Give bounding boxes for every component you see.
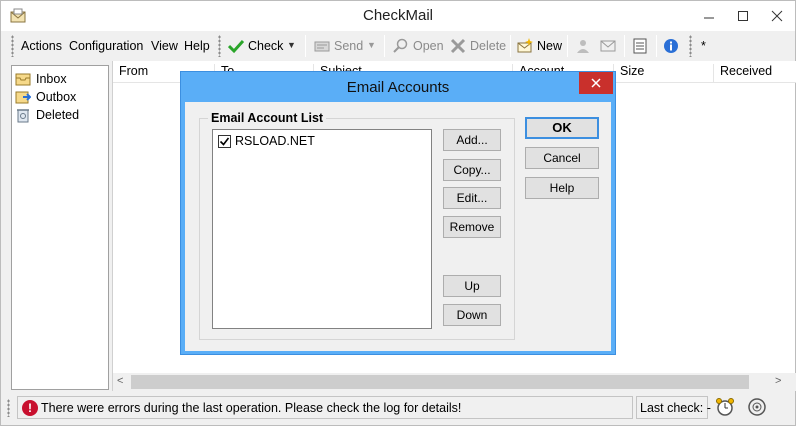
folder-pane: Inbox Outbox Deleted bbox=[11, 65, 109, 390]
maximize-button[interactable] bbox=[726, 1, 760, 31]
menu-configuration[interactable]: Configuration bbox=[69, 39, 143, 53]
account-checkbox[interactable] bbox=[218, 135, 231, 148]
alarm-clock-icon[interactable] bbox=[715, 397, 737, 419]
main-window: CheckMail Actions Configuration View Hel… bbox=[0, 0, 796, 426]
toolbar-separator bbox=[510, 35, 511, 57]
ok-button[interactable]: OK bbox=[525, 117, 599, 139]
mail-button[interactable] bbox=[600, 36, 618, 56]
copy-button[interactable]: Copy... bbox=[443, 159, 501, 181]
account-list-group: Email Account List RSLOAD.NET Add... Cop… bbox=[199, 111, 515, 340]
toolbar-separator bbox=[624, 35, 625, 57]
status-bar: ! There were errors during the last oper… bbox=[1, 393, 795, 425]
menu-grip[interactable] bbox=[11, 35, 14, 57]
status-message: There were errors during the last operat… bbox=[41, 401, 462, 415]
inbox-icon bbox=[15, 73, 31, 86]
new-button[interactable]: New bbox=[517, 36, 563, 56]
account-label[interactable]: RSLOAD.NET bbox=[235, 134, 315, 148]
toolbar-separator bbox=[567, 35, 568, 57]
address-book-button[interactable] bbox=[575, 36, 593, 56]
toolbar: Actions Configuration View Help Check ▼ … bbox=[1, 31, 795, 61]
outbox-icon bbox=[15, 91, 31, 104]
dialog-title-bar: Email Accounts bbox=[181, 72, 615, 102]
scroll-right-icon[interactable]: > bbox=[775, 375, 781, 387]
address-book-icon bbox=[577, 40, 589, 53]
toolbar-grip-2[interactable] bbox=[689, 35, 692, 57]
dialog-title: Email Accounts bbox=[346, 79, 450, 96]
last-check-text: Last check: - bbox=[640, 401, 711, 415]
magnifier-icon bbox=[393, 38, 408, 53]
status-message-panel: ! There were errors during the last oper… bbox=[17, 396, 633, 419]
column-size[interactable]: Size bbox=[613, 64, 644, 82]
title-bar: CheckMail bbox=[1, 1, 795, 31]
log-button[interactable] bbox=[632, 36, 650, 56]
error-icon: ! bbox=[22, 400, 38, 416]
remove-button[interactable]: Remove bbox=[443, 216, 501, 238]
account-list[interactable]: RSLOAD.NET bbox=[212, 129, 432, 329]
toolbar-separator bbox=[384, 35, 385, 57]
toolbar-separator bbox=[656, 35, 657, 57]
folder-deleted[interactable]: Deleted bbox=[14, 106, 104, 124]
folder-outbox[interactable]: Outbox bbox=[14, 88, 104, 106]
info-icon bbox=[664, 39, 678, 53]
dialog-close-button[interactable] bbox=[579, 72, 613, 94]
scroll-left-icon[interactable]: < bbox=[117, 375, 123, 387]
column-from[interactable]: From bbox=[113, 64, 148, 82]
cancel-button[interactable]: Cancel bbox=[525, 147, 599, 169]
menu-help[interactable]: Help bbox=[184, 39, 210, 53]
down-button[interactable]: Down bbox=[443, 304, 501, 326]
dialog-body: Email Account List RSLOAD.NET Add... Cop… bbox=[185, 102, 611, 351]
column-received[interactable]: Received bbox=[713, 64, 772, 82]
close-button[interactable] bbox=[760, 1, 794, 31]
add-button[interactable]: Add... bbox=[443, 129, 501, 151]
folder-inbox[interactable]: Inbox bbox=[14, 70, 104, 88]
up-button[interactable]: Up bbox=[443, 275, 501, 297]
status-grip bbox=[7, 399, 10, 417]
sound-icon[interactable] bbox=[747, 397, 769, 419]
menu-actions[interactable]: Actions bbox=[21, 39, 62, 53]
envelope-icon bbox=[600, 40, 616, 52]
delete-button[interactable]: Delete bbox=[450, 36, 506, 56]
toolbar-asterisk[interactable]: * bbox=[701, 39, 706, 53]
minimize-button[interactable] bbox=[692, 1, 726, 31]
horizontal-scrollbar[interactable]: < > bbox=[113, 373, 796, 391]
close-icon bbox=[591, 78, 601, 88]
group-label: Email Account List bbox=[208, 111, 327, 125]
check-button[interactable]: Check ▼ bbox=[228, 36, 298, 56]
about-button[interactable] bbox=[663, 36, 681, 56]
send-button[interactable]: Send ▼ bbox=[314, 36, 378, 56]
checkmark-icon bbox=[219, 137, 230, 146]
edit-button[interactable]: Edit... bbox=[443, 187, 501, 209]
last-check-panel: Last check: - bbox=[636, 396, 711, 419]
toolbar-separator bbox=[305, 35, 306, 57]
scroll-thumb[interactable] bbox=[131, 375, 749, 389]
send-dropdown-icon[interactable]: ▼ bbox=[367, 40, 376, 50]
toolbar-grip[interactable] bbox=[218, 35, 221, 57]
delete-x-icon bbox=[450, 38, 466, 54]
log-icon bbox=[633, 38, 647, 54]
send-icon bbox=[314, 41, 330, 52]
menu-view[interactable]: View bbox=[151, 39, 178, 53]
deleted-icon bbox=[17, 109, 29, 123]
check-dropdown-icon[interactable]: ▼ bbox=[287, 40, 296, 50]
open-button[interactable]: Open bbox=[393, 36, 444, 56]
help-button[interactable]: Help bbox=[525, 177, 599, 199]
checkmark-icon bbox=[228, 39, 244, 54]
email-accounts-dialog: Email Accounts Email Account List RSLOAD… bbox=[180, 71, 616, 355]
new-mail-icon bbox=[517, 38, 533, 53]
window-title: CheckMail bbox=[362, 7, 434, 24]
